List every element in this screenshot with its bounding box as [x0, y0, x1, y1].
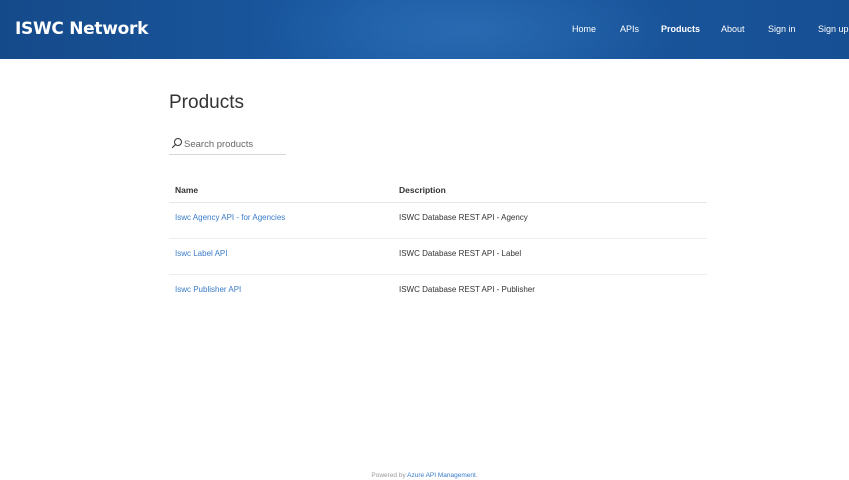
page-title: Products [169, 92, 244, 113]
nav-sign-up[interactable]: Sign up [818, 24, 849, 34]
products-table: Name Description Iswc Agency API - for A… [169, 178, 707, 311]
product-description: ISWC Database REST API - Label [399, 249, 522, 258]
top-header: ISWC Network Home APIs Products About Si… [0, 0, 849, 59]
nav-products[interactable]: Products [661, 24, 700, 34]
product-link[interactable]: Iswc Label API [175, 249, 227, 258]
nav-apis[interactable]: APIs [620, 24, 639, 34]
table-row: Iswc Publisher API ISWC Database REST AP… [169, 275, 707, 311]
table-row: Iswc Agency API - for Agencies ISWC Data… [169, 203, 707, 239]
table-header: Name Description [169, 178, 707, 203]
footer-prefix: Powered by [371, 472, 408, 479]
footer-azure-link[interactable]: Azure API Management [407, 472, 476, 479]
product-description: ISWC Database REST API - Agency [399, 213, 528, 222]
table-row: Iswc Label API ISWC Database REST API - … [169, 239, 707, 275]
column-header-name: Name [175, 185, 199, 195]
nav-sign-in[interactable]: Sign in [768, 24, 796, 34]
footer: Powered by Azure API Management. [0, 472, 849, 479]
header-glow [260, 0, 680, 59]
product-description: ISWC Database REST API - Publisher [399, 285, 535, 294]
nav-home[interactable]: Home [572, 24, 596, 34]
product-link[interactable]: Iswc Publisher API [175, 285, 241, 294]
footer-suffix: . [475, 472, 478, 479]
product-link[interactable]: Iswc Agency API - for Agencies [175, 213, 285, 222]
search-box[interactable] [169, 134, 286, 155]
site-logo[interactable]: ISWC Network [15, 19, 148, 39]
search-input[interactable] [184, 136, 284, 152]
search-icon [171, 138, 182, 149]
nav-about[interactable]: About [721, 24, 745, 34]
column-header-description: Description [399, 185, 446, 195]
